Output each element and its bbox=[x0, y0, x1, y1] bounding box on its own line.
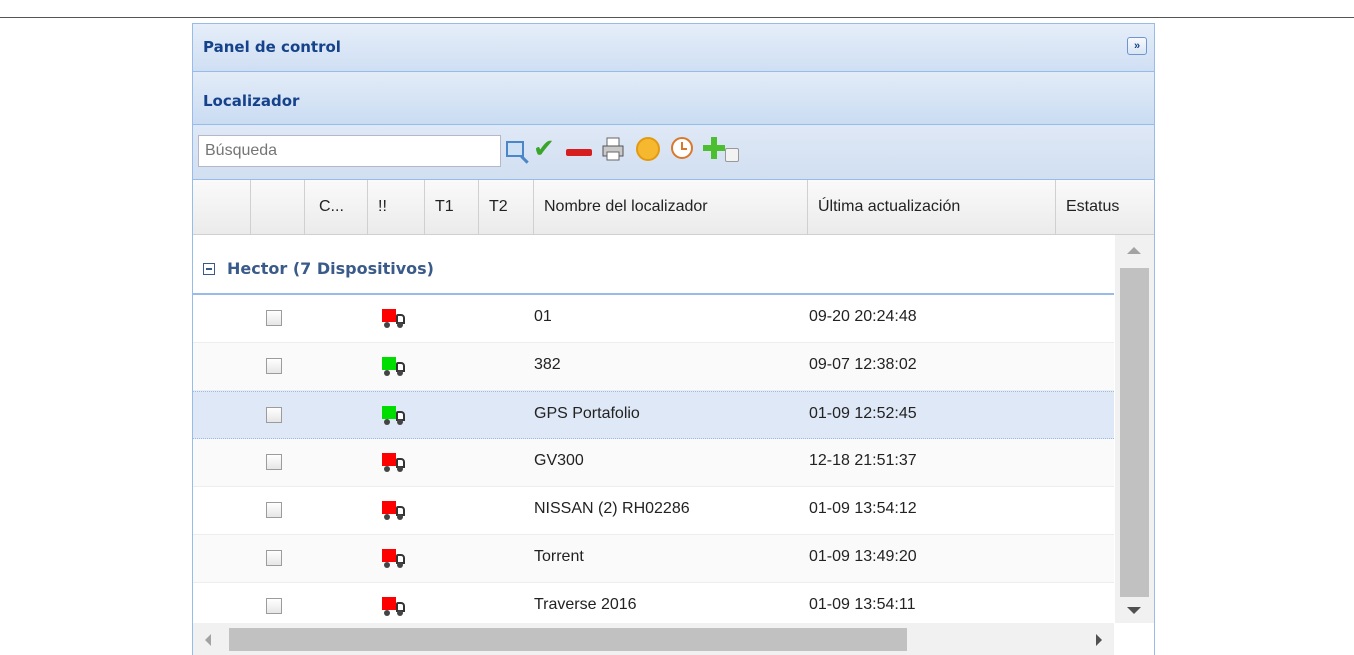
group-label: Hector (7 Dispositivos) bbox=[227, 259, 434, 278]
column-header-alert[interactable]: !! bbox=[368, 180, 425, 234]
horizontal-scrollbar[interactable] bbox=[193, 623, 1114, 655]
table-row[interactable]: GPS Portafolio 01-09 12:52:45 bbox=[193, 391, 1114, 439]
truck-icon bbox=[382, 597, 408, 617]
last-update: 09-07 12:38:02 bbox=[809, 356, 917, 373]
search-icon[interactable] bbox=[506, 141, 524, 157]
checkbox-icon[interactable] bbox=[725, 148, 739, 162]
last-update: 01-09 13:54:11 bbox=[809, 596, 916, 613]
section-title: Localizador bbox=[203, 92, 300, 110]
scroll-right-icon[interactable] bbox=[1096, 634, 1102, 646]
tracker-name: Traverse 2016 bbox=[534, 596, 637, 613]
column-header-last-update[interactable]: Última actualización bbox=[808, 180, 1056, 234]
scroll-left-icon[interactable] bbox=[205, 634, 211, 646]
grid-body: Hector (7 Dispositivos) 01 09-20 20:24:4… bbox=[193, 235, 1114, 623]
row-checkbox[interactable] bbox=[266, 550, 282, 566]
last-update: 01-09 12:52:45 bbox=[809, 405, 917, 422]
check-icon[interactable]: ✔ bbox=[533, 135, 555, 161]
table-row[interactable]: Torrent 01-09 13:49:20 bbox=[193, 535, 1114, 583]
tracker-name: Torrent bbox=[534, 548, 584, 565]
print-icon[interactable] bbox=[602, 137, 624, 161]
remove-icon[interactable] bbox=[566, 149, 592, 156]
scroll-down-icon[interactable] bbox=[1127, 607, 1141, 614]
row-checkbox[interactable] bbox=[266, 454, 282, 470]
column-header-t2[interactable]: T2 bbox=[479, 180, 534, 234]
scrollbar-corner bbox=[1114, 623, 1154, 655]
tracker-name: 382 bbox=[534, 356, 561, 373]
truck-icon bbox=[382, 406, 408, 426]
top-divider bbox=[0, 17, 1354, 18]
collapse-group-icon[interactable] bbox=[203, 263, 215, 275]
column-header-expander[interactable] bbox=[193, 180, 251, 234]
tracker-name: GPS Portafolio bbox=[534, 405, 640, 422]
table-row[interactable]: 01 09-20 20:24:48 bbox=[193, 295, 1114, 343]
column-header-row: C... !! T1 T2 Nombre del localizador Últ… bbox=[193, 180, 1154, 235]
tracker-name: 01 bbox=[534, 308, 552, 325]
truck-icon bbox=[382, 309, 408, 329]
vertical-scrollbar[interactable] bbox=[1115, 235, 1154, 623]
refresh-icon[interactable] bbox=[636, 137, 660, 161]
group-header[interactable]: Hector (7 Dispositivos) bbox=[193, 235, 1114, 295]
truck-icon bbox=[382, 501, 408, 521]
tracker-panel: Panel de control » Localizador ✔ C... !!… bbox=[192, 23, 1155, 655]
clock-icon[interactable] bbox=[671, 137, 693, 159]
table-row[interactable]: 382 09-07 12:38:02 bbox=[193, 343, 1114, 391]
row-checkbox[interactable] bbox=[266, 310, 282, 326]
truck-icon bbox=[382, 357, 408, 377]
panel-title: Panel de control bbox=[203, 38, 341, 56]
truck-icon bbox=[382, 549, 408, 569]
column-header-name[interactable]: Nombre del localizador bbox=[534, 180, 808, 234]
section-header[interactable]: Localizador bbox=[193, 72, 1154, 125]
column-header-c[interactable]: C... bbox=[305, 180, 368, 234]
scroll-up-icon[interactable] bbox=[1127, 247, 1141, 254]
column-header-select[interactable] bbox=[251, 180, 305, 234]
row-checkbox[interactable] bbox=[266, 598, 282, 614]
vertical-scroll-thumb[interactable] bbox=[1120, 268, 1149, 597]
truck-icon bbox=[382, 453, 408, 473]
table-row[interactable]: GV300 12-18 21:51:37 bbox=[193, 439, 1114, 487]
last-update: 01-09 13:49:20 bbox=[809, 548, 917, 565]
last-update: 12-18 21:51:37 bbox=[809, 452, 917, 469]
search-input[interactable] bbox=[198, 135, 501, 167]
last-update: 01-09 13:54:12 bbox=[809, 500, 917, 517]
tracker-name: GV300 bbox=[534, 452, 584, 469]
toolbar: ✔ bbox=[193, 125, 1154, 180]
column-header-t1[interactable]: T1 bbox=[425, 180, 479, 234]
collapse-button[interactable]: » bbox=[1127, 37, 1147, 55]
last-update: 09-20 20:24:48 bbox=[809, 308, 917, 325]
add-icon[interactable] bbox=[701, 135, 727, 161]
table-row[interactable]: NISSAN (2) RH02286 01-09 13:54:12 bbox=[193, 487, 1114, 535]
table-row[interactable]: Traverse 2016 01-09 13:54:11 bbox=[193, 583, 1114, 623]
tracker-name: NISSAN (2) RH02286 bbox=[534, 500, 690, 517]
row-checkbox[interactable] bbox=[266, 502, 282, 518]
row-checkbox[interactable] bbox=[266, 407, 282, 423]
row-checkbox[interactable] bbox=[266, 358, 282, 374]
horizontal-scroll-thumb[interactable] bbox=[229, 628, 907, 651]
column-header-status[interactable]: Estatus bbox=[1056, 180, 1154, 234]
panel-header: Panel de control » bbox=[193, 24, 1154, 72]
